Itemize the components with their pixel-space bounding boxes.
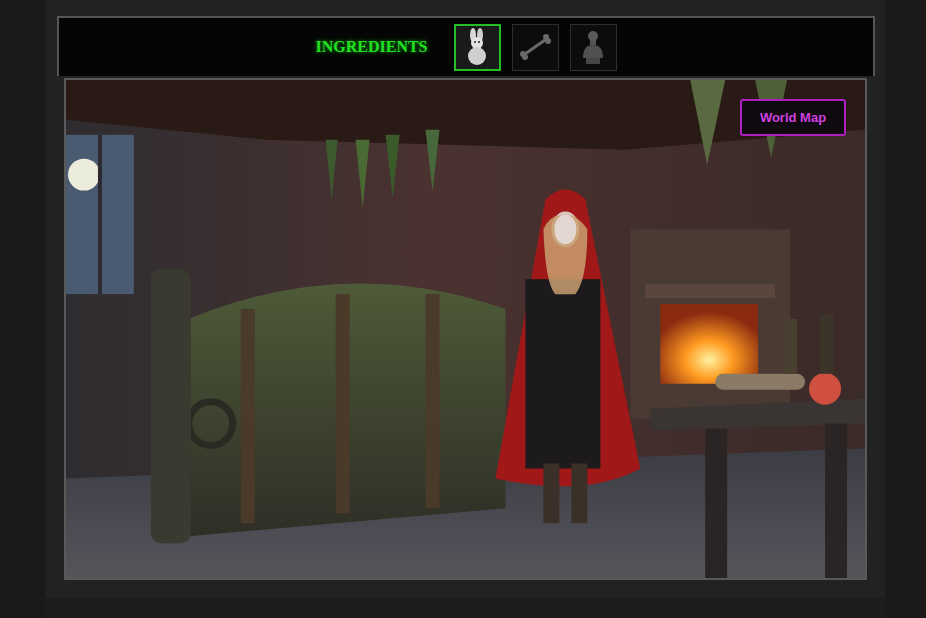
fire [660, 304, 758, 384]
ingredient-slots [454, 24, 617, 71]
witch-hut-illustration [66, 80, 865, 578]
potion-bottle [785, 319, 797, 374]
bone-icon [517, 32, 553, 62]
game-column: INGREDIENTS World Map [45, 0, 885, 618]
skull-trinket [809, 373, 841, 405]
ingredient-slot[interactable] [570, 24, 617, 71]
wooden-table [650, 314, 865, 578]
ingredients-bar: INGREDIENTS [57, 16, 875, 76]
game-page: INGREDIENTS World Map [0, 0, 926, 618]
ingredient-slot[interactable] [512, 24, 559, 71]
ingredient-slot[interactable] [454, 24, 501, 71]
scroll [715, 374, 805, 390]
potion-bottle [820, 314, 834, 374]
bust-icon [579, 28, 607, 66]
game-scene: World Map [64, 78, 867, 580]
bone-frame [151, 269, 191, 543]
stone-wall [66, 80, 865, 578]
bottom-strip [45, 598, 885, 618]
thatched-ceiling [66, 80, 865, 150]
night-window [66, 135, 134, 294]
red-riding-hood [495, 190, 640, 524]
rabbit-icon [462, 28, 492, 66]
fireplace [630, 229, 790, 418]
world-map-button[interactable]: World Map [740, 99, 846, 136]
hanging-herbs [326, 80, 787, 207]
ingredients-title: INGREDIENTS [315, 38, 427, 56]
moon [68, 159, 100, 191]
treasure-chest [151, 269, 506, 543]
